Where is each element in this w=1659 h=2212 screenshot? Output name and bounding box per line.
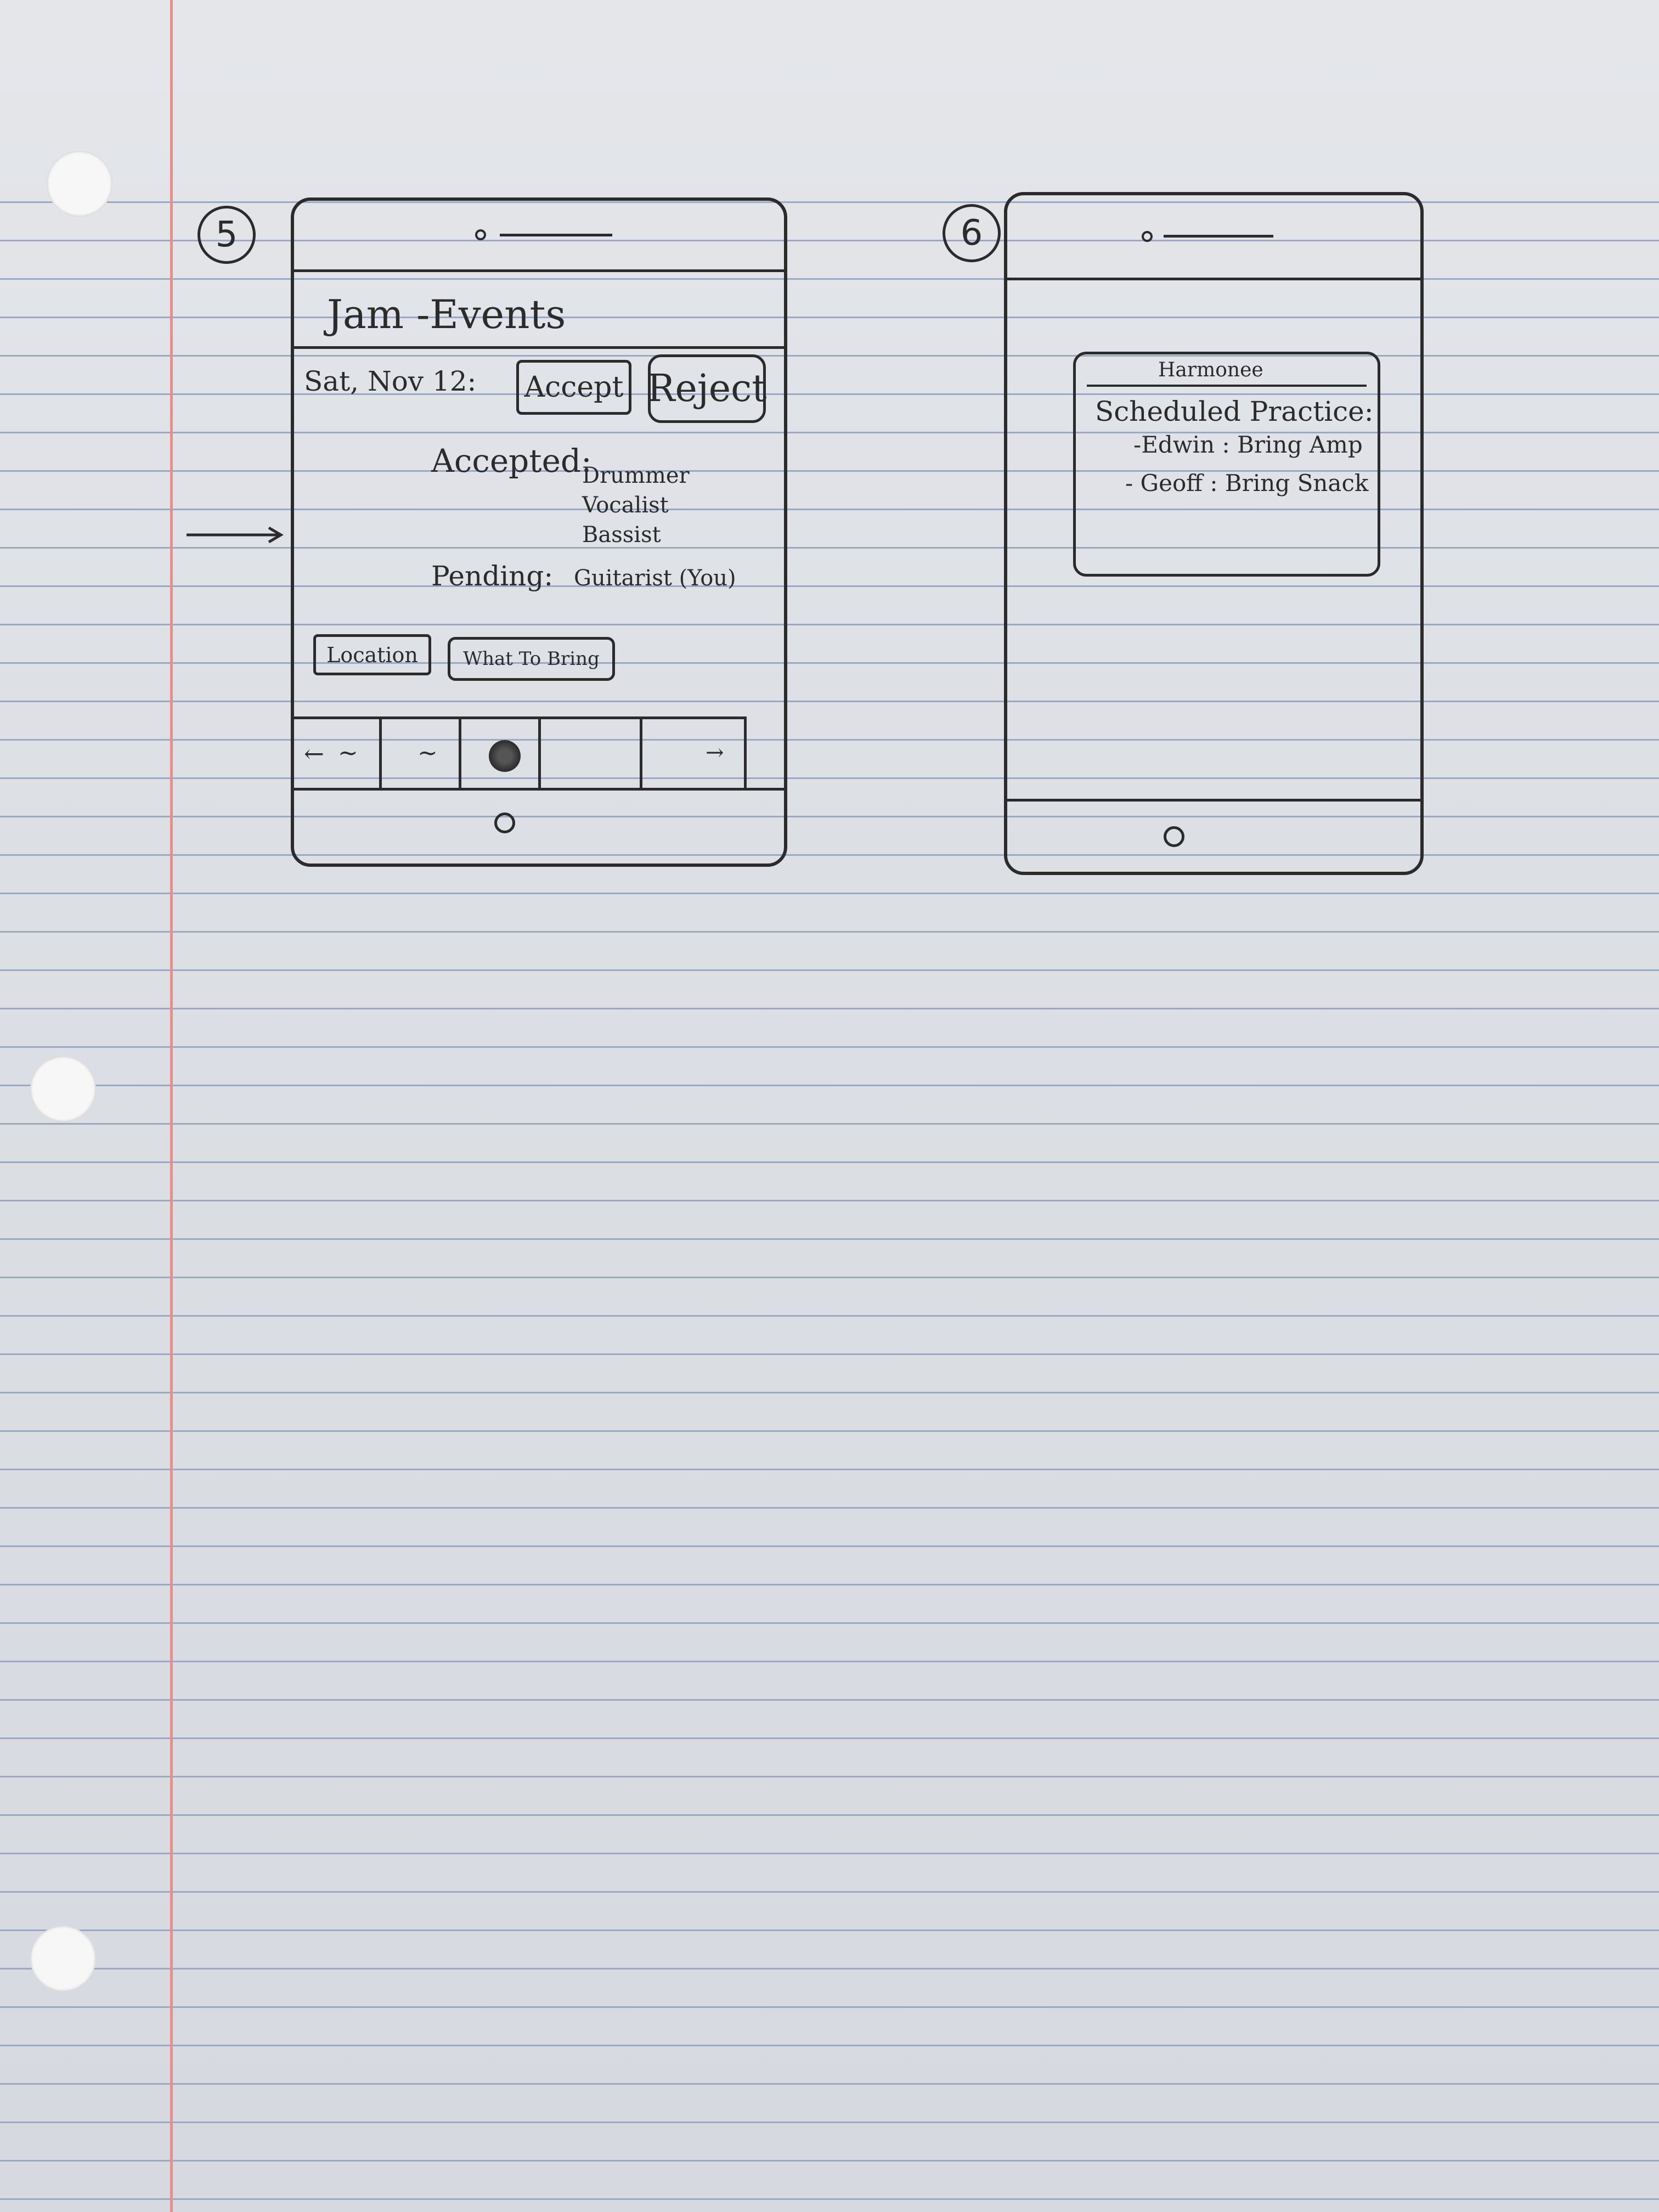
speaker-grill bbox=[1164, 235, 1273, 238]
phone-mockup-screen-6: Harmonee Scheduled Practice: -Edwin : Br… bbox=[1004, 192, 1424, 875]
accepted-label: Accepted: bbox=[431, 442, 592, 479]
top-bezel-line bbox=[294, 269, 784, 272]
basketball-icon[interactable] bbox=[489, 740, 521, 772]
bottom-bezel-line bbox=[1007, 799, 1420, 802]
carousel-prev-arrow[interactable]: ← bbox=[304, 740, 324, 768]
accepted-member: Bassist bbox=[582, 522, 661, 548]
accept-button[interactable]: Accept bbox=[516, 360, 631, 415]
carousel-slot[interactable] bbox=[640, 719, 642, 791]
camera-icon bbox=[1142, 231, 1153, 242]
arrow-right-icon bbox=[187, 527, 284, 543]
binder-hole bbox=[30, 1926, 96, 1991]
camera-icon bbox=[475, 229, 486, 240]
carousel-slot[interactable] bbox=[538, 719, 541, 791]
wave-icon: ~ bbox=[338, 739, 358, 767]
wave-icon: ~ bbox=[417, 739, 438, 767]
home-button[interactable] bbox=[494, 812, 515, 833]
page-title: Jam -Events bbox=[327, 291, 566, 337]
event-date: Sat, Nov 12: bbox=[304, 365, 477, 397]
margin-line bbox=[170, 0, 173, 2212]
screen-number-5: 5 bbox=[198, 206, 256, 264]
practice-item: -Edwin : Bring Amp bbox=[1133, 431, 1363, 458]
bottom-carousel: ← ~ ~ → bbox=[294, 716, 747, 791]
popup-title-divider bbox=[1087, 385, 1367, 387]
scheduled-practice-label: Scheduled Practice: bbox=[1095, 396, 1374, 427]
practice-item: - Geoff : Bring Snack bbox=[1125, 470, 1369, 496]
carousel-slot[interactable] bbox=[379, 719, 382, 791]
header-divider bbox=[294, 346, 784, 349]
pending-member: Guitarist (You) bbox=[574, 566, 736, 591]
bottom-bezel-line bbox=[294, 788, 784, 791]
notification-popup[interactable]: Harmonee Scheduled Practice: -Edwin : Br… bbox=[1073, 352, 1380, 577]
carousel-slot[interactable] bbox=[459, 719, 461, 791]
location-button[interactable]: Location bbox=[313, 634, 431, 675]
what-to-bring-button[interactable]: What To Bring bbox=[448, 637, 615, 681]
binder-hole bbox=[47, 151, 112, 217]
speaker-grill bbox=[500, 234, 612, 236]
reject-button[interactable]: Reject bbox=[647, 354, 767, 423]
home-button[interactable] bbox=[1164, 826, 1184, 847]
popup-title: Harmonee bbox=[1158, 359, 1263, 381]
top-bezel-line bbox=[1007, 278, 1420, 280]
accepted-member: Vocalist bbox=[582, 493, 669, 518]
carousel-next-arrow[interactable]: → bbox=[706, 740, 724, 765]
binder-hole bbox=[30, 1056, 96, 1122]
pending-label: Pending: bbox=[431, 560, 554, 592]
screen-number-6: 6 bbox=[943, 204, 1001, 262]
phone-mockup-screen-5: Jam -Events Sat, Nov 12: Accept Reject A… bbox=[291, 198, 787, 867]
accepted-member: Drummer bbox=[582, 463, 690, 488]
